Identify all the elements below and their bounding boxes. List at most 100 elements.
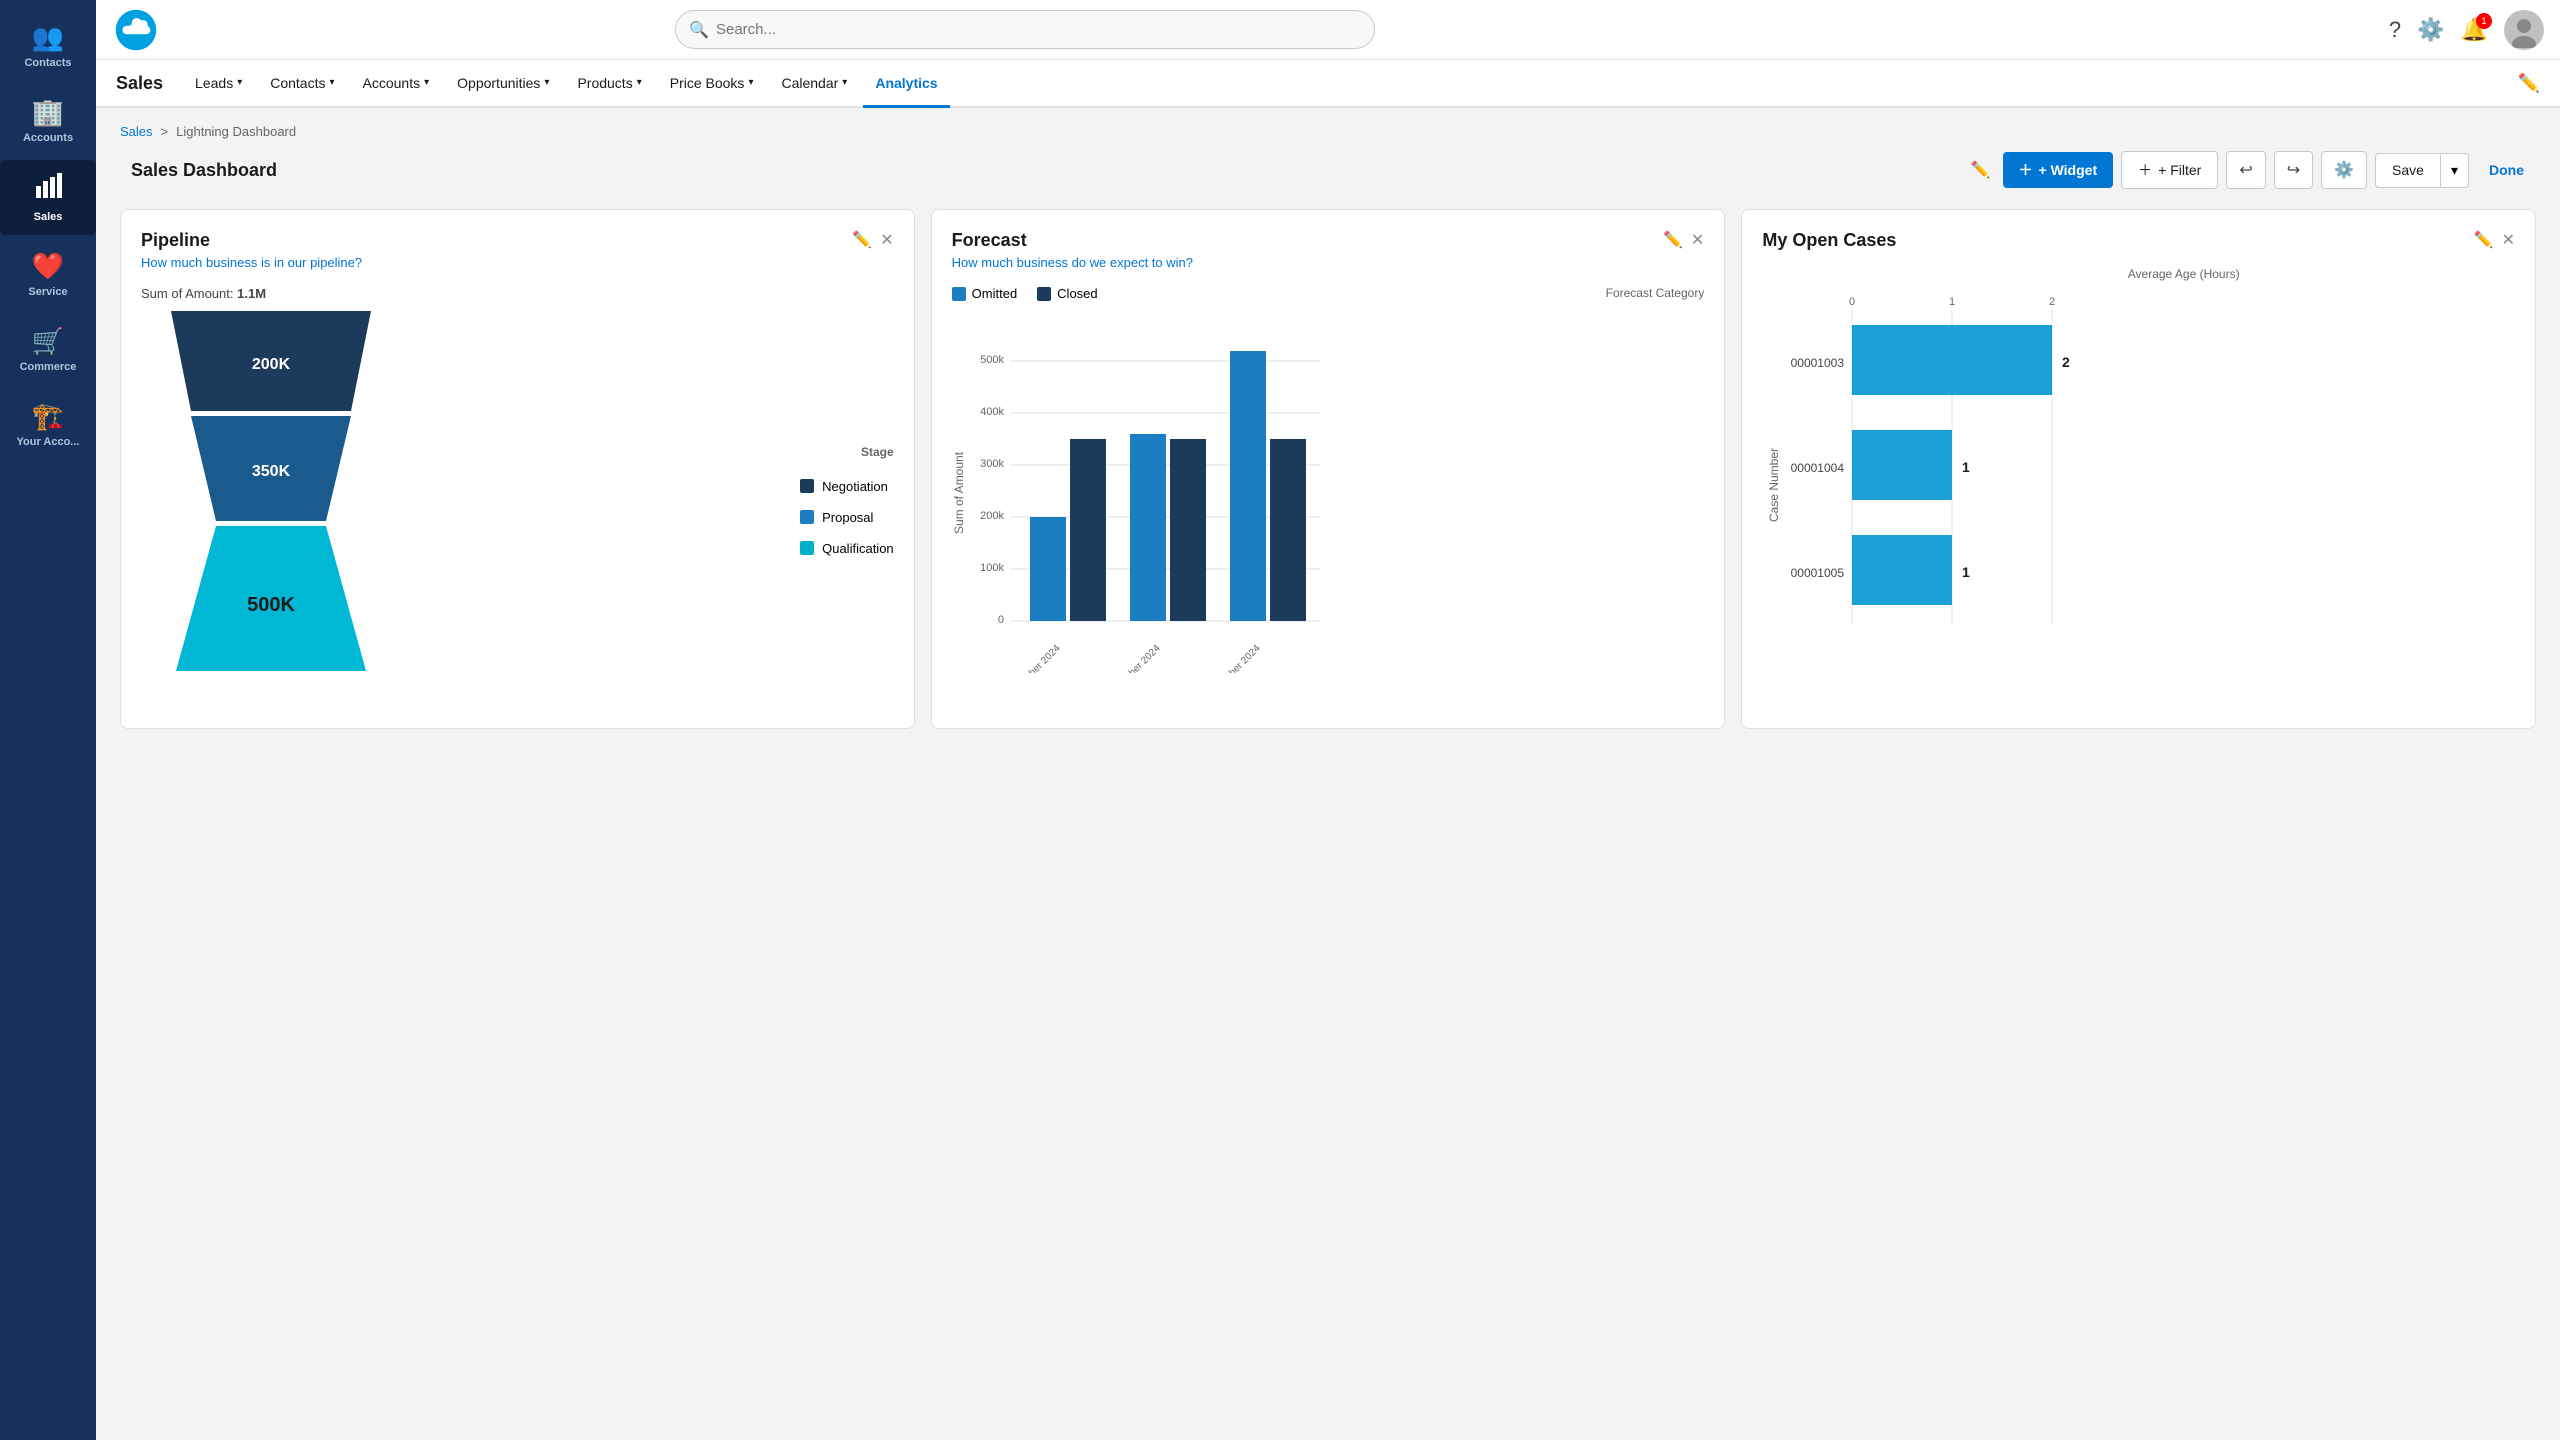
open-cases-actions: ✏️ ✕ — [2474, 230, 2515, 250]
sidebar-item-sales[interactable]: Sales — [0, 160, 96, 235]
undo-button[interactable]: ↩ — [2226, 151, 2265, 189]
negotiation-color — [800, 479, 814, 493]
svg-text:200K: 200K — [252, 356, 291, 373]
breadcrumb-current: Lightning Dashboard — [176, 124, 296, 139]
forecast-legend-omitted: Omitted — [952, 286, 1018, 301]
pipeline-widget-header: Pipeline ✏️ ✕ — [141, 230, 894, 251]
save-dropdown-button[interactable]: ▾ — [2440, 153, 2469, 188]
proposal-label: Proposal — [822, 510, 873, 525]
forecast-widget: Forecast ✏️ ✕ How much business do we ex… — [931, 209, 1726, 729]
svg-text:00001004: 00001004 — [1791, 461, 1845, 475]
avatar[interactable] — [2504, 10, 2544, 50]
forecast-close-button[interactable]: ✕ — [1691, 230, 1704, 250]
svg-text:October 2024: October 2024 — [1112, 643, 1163, 673]
legend-negotiation: Negotiation — [800, 479, 894, 494]
cases-x-label: Average Age (Hours) — [1852, 267, 2515, 281]
sidebar-item-contacts[interactable]: 👥 Contacts — [0, 10, 96, 81]
products-chevron-icon: ▾ — [637, 77, 642, 88]
redo-button[interactable]: ↪ — [2274, 151, 2313, 189]
nav-item-accounts[interactable]: Accounts ▾ — [351, 60, 442, 108]
calendar-chevron-icon: ▾ — [842, 77, 847, 88]
forecast-bar-chart: 0 100k 200k 300k 400k 500k — [970, 313, 1330, 673]
contacts-icon: 👥 — [32, 22, 64, 53]
breadcrumb-separator: > — [161, 124, 169, 139]
save-button[interactable]: Save — [2375, 153, 2440, 188]
settings-dashboard-button[interactable]: ⚙️ — [2321, 151, 2367, 189]
accounts-icon: 🏢 — [32, 97, 64, 128]
topbar: 🔍 ? ⚙️ 🔔 1 — [96, 0, 2560, 60]
pipeline-edit-button[interactable]: ✏️ — [852, 230, 872, 250]
forecast-category-label: Forecast Category — [1606, 286, 1705, 301]
omitted-label: Omitted — [972, 286, 1018, 301]
negotiation-label: Negotiation — [822, 479, 888, 494]
pipeline-close-button[interactable]: ✕ — [880, 230, 893, 250]
forecast-legend-closed: Closed — [1037, 286, 1097, 301]
open-cases-title: My Open Cases — [1762, 230, 1896, 251]
forecast-subtitle: How much business do we expect to win? — [952, 255, 1705, 270]
forecast-widget-header: Forecast ✏️ ✕ — [952, 230, 1705, 251]
settings-button[interactable]: ⚙️ — [2417, 17, 2444, 43]
svg-text:September 2024: September 2024 — [1002, 643, 1062, 673]
proposal-color — [800, 510, 814, 524]
qualification-color — [800, 541, 814, 555]
help-icon: ? — [2389, 17, 2401, 43]
dashboard-title-edit-icon[interactable]: ✏️ — [1971, 160, 1991, 180]
svg-text:00001005: 00001005 — [1791, 566, 1845, 580]
forecast-title: Forecast — [952, 230, 1027, 251]
sidebar: 👥 Contacts 🏢 Accounts Sales ❤️ Service 🛒… — [0, 0, 96, 1440]
nav-edit-icon[interactable]: ✏️ — [2518, 73, 2540, 94]
svg-text:500k: 500k — [980, 354, 1004, 366]
svg-text:2: 2 — [2062, 354, 2070, 370]
nav-item-calendar[interactable]: Calendar ▾ — [769, 60, 859, 108]
open-cases-close-button[interactable]: ✕ — [2502, 230, 2515, 250]
svg-text:1: 1 — [1962, 564, 1970, 580]
svg-text:350K: 350K — [252, 463, 291, 480]
pipeline-subtitle: How much business is in our pipeline? — [141, 255, 894, 270]
nav-item-analytics[interactable]: Analytics — [863, 60, 949, 108]
opportunities-chevron-icon: ▾ — [544, 77, 549, 88]
nav-item-opportunities[interactable]: Opportunities ▾ — [445, 60, 561, 108]
pipeline-title: Pipeline — [141, 230, 210, 251]
service-icon: ❤️ — [32, 251, 64, 282]
add-widget-button[interactable]: ＋ + Widget — [2003, 152, 2114, 188]
search-input[interactable] — [675, 10, 1375, 49]
add-filter-button[interactable]: ＋ + Filter — [2121, 151, 2218, 189]
breadcrumb-parent[interactable]: Sales — [120, 124, 153, 139]
cases-bar-chart: 0 1 2 2 00001003 1 00001 — [1762, 285, 2102, 645]
sidebar-item-service[interactable]: ❤️ Service — [0, 239, 96, 310]
nav-item-products[interactable]: Products ▾ — [565, 60, 653, 108]
save-group: Save ▾ — [2375, 153, 2469, 188]
closed-label: Closed — [1057, 286, 1097, 301]
sidebar-item-your-account[interactable]: 🏗️ Your Acco... — [0, 389, 96, 460]
nav-item-leads[interactable]: Leads ▾ — [183, 60, 254, 108]
pipeline-funnel-chart: 200K 350K 500K — [141, 311, 401, 671]
salesforce-logo — [112, 6, 160, 54]
qualification-label: Qualification — [822, 541, 894, 556]
leads-chevron-icon: ▾ — [237, 77, 242, 88]
search-bar: 🔍 — [675, 10, 1375, 49]
dashboard-header: ✏️ ＋ + Widget ＋ + Filter ↩ ↪ ⚙️ Save ▾ D… — [120, 151, 2536, 189]
content-area: Sales > Lightning Dashboard ✏️ ＋ + Widge… — [96, 108, 2560, 1440]
price-books-chevron-icon: ▾ — [748, 77, 753, 88]
help-button[interactable]: ? — [2389, 17, 2401, 43]
topbar-actions: ? ⚙️ 🔔 1 — [2389, 10, 2544, 50]
open-cases-header: My Open Cases ✏️ ✕ — [1762, 230, 2515, 251]
legend-proposal: Proposal — [800, 510, 894, 525]
navbar: Sales Leads ▾ Contacts ▾ Accounts ▾ Oppo… — [96, 60, 2560, 108]
notification-count: 1 — [2476, 13, 2492, 29]
filter-plus-icon: ＋ — [2138, 160, 2152, 180]
search-icon: 🔍 — [689, 20, 709, 40]
sidebar-item-commerce[interactable]: 🛒 Commerce — [0, 314, 96, 385]
accounts-chevron-icon: ▾ — [424, 77, 429, 88]
sidebar-item-accounts[interactable]: 🏢 Accounts — [0, 85, 96, 156]
nav-item-price-books[interactable]: Price Books ▾ — [658, 60, 766, 108]
done-button[interactable]: Done — [2477, 154, 2536, 186]
dashboard-title-input[interactable] — [120, 153, 1959, 188]
svg-text:0: 0 — [998, 614, 1004, 626]
notifications-button[interactable]: 🔔 1 — [2461, 17, 2488, 43]
open-cases-edit-button[interactable]: ✏️ — [2474, 230, 2494, 250]
forecast-actions: ✏️ ✕ — [1663, 230, 1704, 250]
nav-item-contacts[interactable]: Contacts ▾ — [258, 60, 346, 108]
forecast-edit-button[interactable]: ✏️ — [1663, 230, 1683, 250]
svg-text:2: 2 — [2049, 296, 2055, 308]
